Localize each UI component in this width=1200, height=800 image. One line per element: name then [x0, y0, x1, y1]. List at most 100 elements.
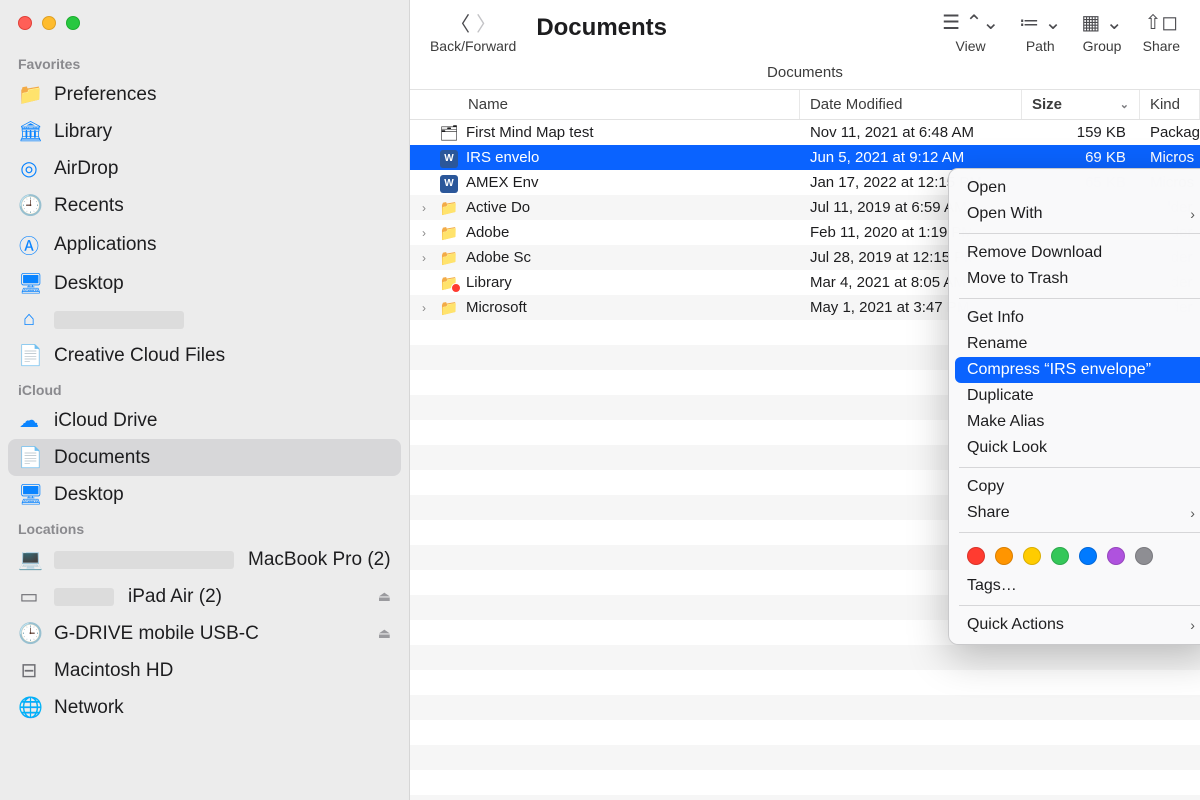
folder-icon: 📁: [18, 82, 40, 107]
sidebar-item-label: iCloud Drive: [54, 410, 157, 432]
toolbar-back-forward[interactable]: 〈 〉 Back/Forward: [430, 10, 516, 54]
table-row[interactable]: 🗂First Mind Map testNov 11, 2021 at 6:48…: [410, 120, 1200, 145]
redacted-text: [54, 311, 184, 329]
sidebar-item-ipad[interactable]: ▭ iPad Air (2) ⏏: [8, 578, 401, 615]
desktop-icon: 🖥: [18, 271, 40, 296]
sidebar-item-preferences[interactable]: 📁 Preferences: [8, 76, 401, 113]
column-header-kind[interactable]: Kind: [1140, 90, 1200, 119]
sidebar-item-label: Documents: [54, 447, 150, 469]
sidebar-item-library[interactable]: 🏛 Library: [8, 113, 401, 150]
menu-item-remove-download[interactable]: Remove Download: [949, 240, 1200, 266]
sidebar-item-macbook[interactable]: 💻 MacBook Pro (2): [8, 541, 401, 578]
sidebar-item-label: Creative Cloud Files: [54, 345, 225, 367]
redacted-text: [54, 588, 114, 606]
sidebar-item-airdrop[interactable]: ◎ AirDrop: [8, 150, 401, 187]
menu-item-quick-actions[interactable]: Quick Actions›: [949, 612, 1200, 638]
sidebar-item-desktop-icloud[interactable]: 🖥 Desktop: [8, 476, 401, 513]
menu-item-move-to-trash[interactable]: Move to Trash: [949, 266, 1200, 292]
empty-row: [410, 720, 1200, 745]
toolbar-label: Path: [1026, 38, 1055, 54]
disclosure-triangle[interactable]: ›: [410, 201, 438, 215]
table-row[interactable]: WIRS enveloJun 5, 2021 at 9:12 AM69 KBMi…: [410, 145, 1200, 170]
library-icon: 🏛: [18, 119, 40, 144]
toolbar-share[interactable]: ⇧◻ Share: [1143, 10, 1180, 54]
menu-item-open-with[interactable]: Open With›: [949, 201, 1200, 227]
minimize-window-button[interactable]: [42, 16, 56, 30]
menu-item-copy[interactable]: Copy: [949, 474, 1200, 500]
file-name: First Mind Map test: [460, 124, 800, 141]
menu-separator: [959, 605, 1200, 606]
sidebar-item-gdrive[interactable]: 🕒 G-DRIVE mobile USB-C ⏏: [8, 615, 401, 652]
toolbar-view[interactable]: ☰ ⌃⌄ View: [942, 10, 999, 54]
sidebar-item-label: Network: [54, 697, 124, 719]
tag-color-button[interactable]: [967, 547, 985, 565]
menu-item-quick-look[interactable]: Quick Look: [949, 435, 1200, 461]
tag-color-button[interactable]: [1023, 547, 1041, 565]
chevron-left-icon[interactable]: 〈: [450, 8, 470, 37]
sidebar-item-label: Preferences: [54, 84, 156, 106]
group-icon: ▦ ⌄: [1081, 10, 1122, 34]
tag-color-button[interactable]: [1135, 547, 1153, 565]
desktop-icon: 🖥: [18, 482, 40, 507]
disclosure-triangle[interactable]: ›: [410, 301, 438, 315]
chevron-right-icon[interactable]: 〉: [476, 8, 496, 37]
toolbar-path[interactable]: ≔ ⌄ Path: [1019, 10, 1061, 54]
applications-icon: Ⓐ: [18, 230, 40, 259]
sidebar-item-network[interactable]: 🌐 Network: [8, 689, 401, 726]
toolbar-label: Share: [1143, 38, 1180, 54]
sidebar-item-icloud-drive[interactable]: ☁︎ iCloud Drive: [8, 402, 401, 439]
menu-item-open[interactable]: Open: [949, 175, 1200, 201]
sidebar-section-icloud: iCloud: [8, 374, 401, 402]
window-traffic-lights: [8, 12, 401, 48]
tag-color-button[interactable]: [1079, 547, 1097, 565]
disk-icon: ⊟: [18, 658, 40, 683]
column-header-size[interactable]: Size ⌄: [1022, 90, 1140, 119]
eject-icon[interactable]: ⏏: [378, 588, 391, 605]
tag-color-button[interactable]: [995, 547, 1013, 565]
empty-row: [410, 670, 1200, 695]
eject-icon[interactable]: ⏏: [378, 625, 391, 642]
sidebar-item-macintosh-hd[interactable]: ⊟ Macintosh HD: [8, 652, 401, 689]
tag-color-button[interactable]: [1107, 547, 1125, 565]
menu-item-rename[interactable]: Rename: [949, 331, 1200, 357]
tag-color-button[interactable]: [1051, 547, 1069, 565]
disclosure-triangle[interactable]: ›: [410, 226, 438, 240]
empty-row: [410, 770, 1200, 795]
file-name: Active Do: [460, 199, 800, 216]
file-name: IRS envelo: [460, 149, 800, 166]
sidebar-item-label: Macintosh HD: [54, 660, 173, 682]
menu-item-duplicate[interactable]: Duplicate: [949, 383, 1200, 409]
sidebar-item-documents[interactable]: 📄 Documents: [8, 439, 401, 476]
word-doc-icon: W: [440, 150, 458, 168]
file-size: 69 KB: [1022, 149, 1140, 166]
empty-row: [410, 795, 1200, 800]
disclosure-triangle[interactable]: ›: [410, 251, 438, 265]
column-header-date[interactable]: Date Modified: [800, 90, 1022, 119]
toolbar-group[interactable]: ▦ ⌄ Group: [1081, 10, 1122, 54]
main-panel: 〈 〉 Back/Forward Documents ☰ ⌃⌄ View ≔ ⌄…: [410, 0, 1200, 800]
document-icon: 📄: [18, 445, 40, 470]
file-name: Library: [460, 274, 800, 291]
cloud-icon: ☁︎: [18, 408, 40, 433]
sidebar-item-home[interactable]: ⌂: [8, 302, 401, 337]
path-bar[interactable]: Documents: [410, 58, 1200, 90]
sidebar-item-creative-cloud[interactable]: 📄 Creative Cloud Files: [8, 337, 401, 374]
sidebar-section-favorites: Favorites: [8, 48, 401, 76]
menu-separator: [959, 532, 1200, 533]
close-window-button[interactable]: [18, 16, 32, 30]
sidebar-item-desktop[interactable]: 🖥 Desktop: [8, 265, 401, 302]
menu-item-get-info[interactable]: Get Info: [949, 305, 1200, 331]
file-date: Nov 11, 2021 at 6:48 AM: [800, 124, 1022, 141]
sidebar-item-applications[interactable]: Ⓐ Applications: [8, 224, 401, 265]
chevron-right-icon: ›: [1190, 617, 1195, 633]
menu-item-compress[interactable]: Compress “IRS envelope”: [955, 357, 1200, 383]
menu-item-tags[interactable]: Tags…: [949, 573, 1200, 599]
file-name: Adobe Sc: [460, 249, 800, 266]
menu-item-make-alias[interactable]: Make Alias: [949, 409, 1200, 435]
menu-item-share[interactable]: Share›: [949, 500, 1200, 526]
column-header-label: Size: [1032, 96, 1062, 113]
zoom-window-button[interactable]: [66, 16, 80, 30]
column-header-name[interactable]: Name: [410, 90, 800, 119]
sidebar-item-recents[interactable]: 🕘 Recents: [8, 187, 401, 224]
empty-row: [410, 695, 1200, 720]
